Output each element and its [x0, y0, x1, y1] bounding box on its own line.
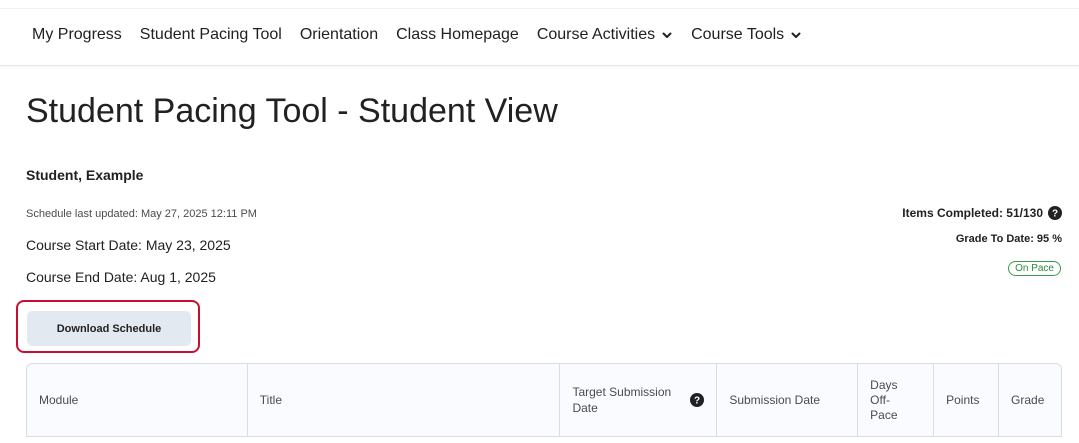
schedule-updated-text: Schedule last updated: May 27, 2025 12:1…: [26, 208, 257, 220]
nav-item-label: My Progress: [32, 26, 122, 43]
status-badge: On Pace: [1008, 261, 1061, 276]
column-header-module[interactable]: Module: [27, 364, 248, 436]
help-circle-icon[interactable]: ?: [1048, 206, 1062, 220]
download-schedule-button[interactable]: Download Schedule: [27, 311, 191, 346]
column-header-label: Points: [946, 393, 980, 407]
column-header-label: Days Off-Pace: [870, 377, 898, 422]
svg-text:?: ?: [1052, 209, 1058, 220]
column-header-points[interactable]: Points: [934, 364, 1000, 436]
schedule-table-header: Module Title Target Submission Date ? Su…: [26, 363, 1062, 437]
page-title: Student Pacing Tool - Student View: [26, 92, 558, 130]
nav-item-class-homepage[interactable]: Class Homepage: [396, 26, 519, 44]
column-header-days-off-pace[interactable]: Days Off-Pace: [858, 364, 935, 436]
grade-to-date: Grade To Date: 95 %: [955, 233, 1062, 245]
column-header-label: Module: [39, 393, 79, 407]
column-header-label: Grade: [1011, 393, 1045, 407]
nav-menu: My Progress Student Pacing Tool Orientat…: [32, 26, 820, 44]
column-header-label: Target Submission Date: [572, 385, 672, 415]
course-end-date: Course End Date: Aug 1, 2025: [26, 269, 216, 285]
items-completed-text: Items Completed: 51/130: [902, 206, 1043, 220]
nav-item-label: Orientation: [299, 26, 379, 43]
chevron-down-icon: [791, 32, 801, 38]
items-completed: Items Completed: 51/130 ?: [902, 206, 1062, 220]
column-header-title[interactable]: Title: [248, 364, 561, 436]
nav-item-label: Course Tools: [691, 26, 785, 43]
chevron-down-icon: [662, 32, 672, 38]
column-header-submission-date[interactable]: Submission Date: [717, 364, 859, 436]
nav-item-student-pacing-tool[interactable]: Student Pacing Tool: [140, 26, 282, 44]
column-header-grade[interactable]: Grade: [999, 364, 1061, 436]
svg-text:?: ?: [694, 396, 700, 407]
column-header-label: Title: [259, 393, 283, 407]
course-start-date: Course Start Date: May 23, 2025: [26, 237, 231, 253]
column-header-target-submission-date[interactable]: Target Submission Date ?: [560, 364, 718, 436]
nav-item-course-tools[interactable]: Course Tools: [691, 26, 802, 44]
nav-item-label: Class Homepage: [396, 26, 519, 43]
nav-item-label: Course Activities: [536, 26, 656, 43]
top-navigation-bar: My Progress Student Pacing Tool Orientat…: [0, 8, 1079, 66]
column-header-label: Submission Date: [729, 393, 821, 407]
help-circle-icon[interactable]: ?: [690, 393, 705, 407]
nav-item-course-activities[interactable]: Course Activities: [537, 26, 673, 44]
nav-item-label: Student Pacing Tool: [139, 26, 282, 43]
student-name: Student, Example: [26, 167, 144, 183]
nav-item-orientation[interactable]: Orientation: [300, 26, 378, 44]
nav-item-my-progress[interactable]: My Progress: [32, 26, 122, 44]
